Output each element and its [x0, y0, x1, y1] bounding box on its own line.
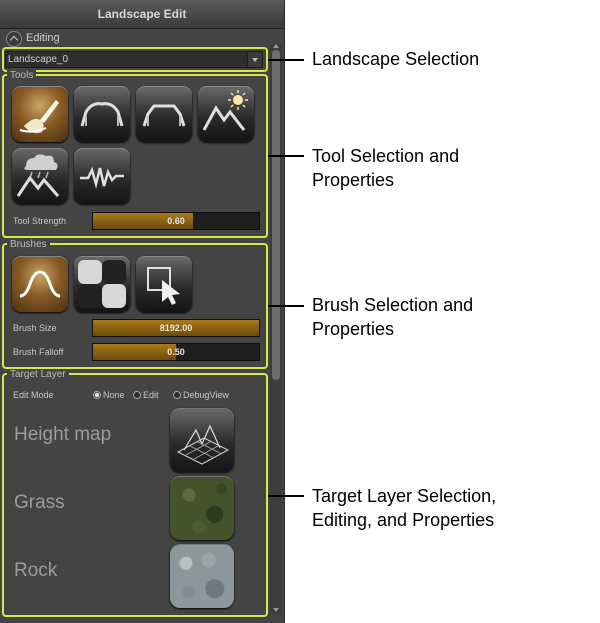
callout-tool-selection-line2: Properties [312, 170, 395, 190]
edit-mode-radio-edit[interactable]: Edit [133, 390, 159, 400]
rock-thumbnail[interactable] [170, 544, 234, 608]
scroll-thumb[interactable] [272, 50, 280, 380]
flatten-icon [142, 104, 186, 127]
layer-name-grass[interactable]: Grass [14, 492, 65, 514]
brush-size-value: 8192.00 [159, 323, 193, 333]
collapse-icon[interactable] [6, 31, 22, 47]
terrain-mesh-icon [176, 424, 230, 465]
chevron-down-icon[interactable] [247, 52, 262, 67]
sculpt-tool-button[interactable] [74, 86, 130, 142]
callout-line-target-layer [268, 495, 304, 497]
flatten-tool-button[interactable] [136, 86, 192, 142]
edit-mode-radio-debugview[interactable]: DebugView [173, 390, 229, 400]
callout-brush-selection-line1: Brush Selection and [312, 295, 474, 315]
pattern-brush-button[interactable] [74, 256, 130, 312]
brush-falloff-value: 0.50 [167, 347, 185, 357]
tool-strength-label: Tool Strength [13, 216, 67, 226]
radio-selected-icon [93, 391, 101, 399]
edit-mode-option-edit: Edit [143, 390, 159, 400]
edit-mode-label: Edit Mode [13, 390, 54, 400]
callout-brush-selection-line2: Properties [312, 319, 395, 339]
paint-tool-button[interactable] [12, 86, 68, 142]
layer-name-heightmap[interactable]: Height map [14, 424, 111, 446]
sculpt-icon [80, 102, 124, 127]
callout-target-layer-line2: Editing, and Properties [312, 510, 495, 530]
radio-unselected-icon [173, 391, 181, 399]
tools-group-label: Tools [7, 70, 37, 81]
smooth-brush-button[interactable] [12, 256, 68, 312]
radio-unselected-icon [133, 391, 141, 399]
grass-thumbnail[interactable] [170, 476, 234, 540]
tool-strength-slider[interactable]: 0.60 [92, 212, 260, 230]
smooth-falloff-icon [19, 270, 61, 298]
callout-tool-selection-line1: Tool Selection and [312, 146, 460, 166]
scroll-up-icon[interactable] [273, 44, 279, 48]
layer-name-rock[interactable]: Rock [14, 560, 57, 582]
noise-tool-button[interactable] [74, 148, 130, 204]
callout-target-layer-line1: Target Layer Selection, [312, 486, 497, 506]
edit-mode-option-none: None [103, 390, 125, 400]
panel-title: Landscape Edit [0, 0, 284, 29]
component-brush-button[interactable] [136, 256, 192, 312]
erosion-sun-icon [202, 90, 248, 131]
edit-mode-radio-none[interactable]: None [93, 390, 125, 400]
edit-mode-option-debugview: DebugView [183, 390, 229, 400]
landscape-edit-panel: Landscape Edit Editing Landscape_0 Tools [0, 0, 285, 623]
paint-brush-icon [19, 100, 59, 134]
component-select-icon [147, 267, 180, 305]
tool-strength-value: 0.60 [167, 216, 185, 226]
hydro-erosion-icon [16, 154, 60, 197]
callout-line-tools [268, 155, 304, 157]
scroll-down-icon[interactable] [273, 608, 279, 612]
heightmap-thumbnail[interactable] [170, 408, 234, 472]
callout-line-brushes [268, 305, 304, 307]
target-layer-group-label: Target Layer [7, 369, 69, 380]
checker-pattern-icon [78, 260, 126, 308]
hydro-erosion-tool-button[interactable] [12, 148, 68, 204]
erosion-tool-button[interactable] [198, 86, 254, 142]
callout-landscape-selection: Landscape Selection [312, 49, 480, 69]
noise-icon [80, 166, 124, 189]
brush-falloff-label: Brush Falloff [13, 347, 64, 357]
landscape-dropdown-value: Landscape_0 [8, 54, 69, 65]
brush-size-slider[interactable]: 8192.00 [92, 319, 260, 337]
panel-scrollbar[interactable] [270, 44, 282, 614]
brush-size-label: Brush Size [13, 323, 57, 333]
brushes-group-label: Brushes [7, 239, 50, 250]
editing-label: Editing [26, 32, 60, 44]
landscape-dropdown[interactable]: Landscape_0 [5, 51, 263, 68]
callout-line-landscape [268, 59, 304, 61]
brush-falloff-slider[interactable]: 0.50 [92, 343, 260, 361]
